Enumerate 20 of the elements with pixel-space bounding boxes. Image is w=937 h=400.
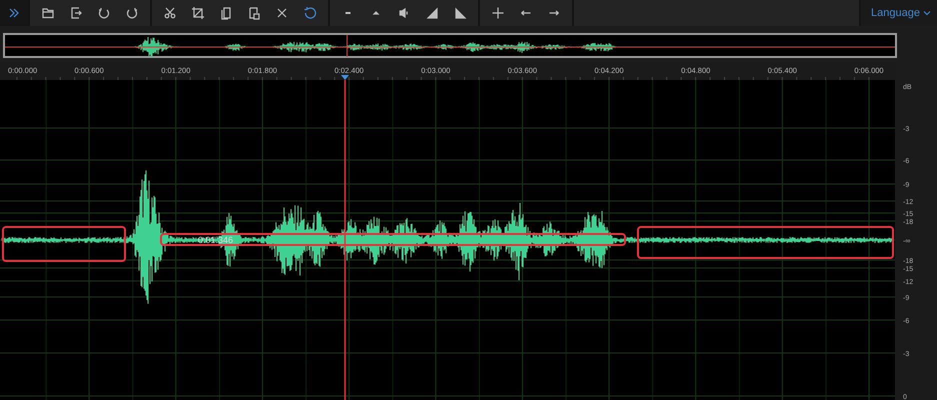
crop-icon — [191, 6, 205, 20]
undo-icon — [97, 6, 111, 20]
chevron-down-icon — [923, 10, 931, 16]
selection-region[interactable] — [2, 226, 126, 262]
redo-icon — [125, 6, 139, 20]
language-dropdown[interactable]: Language — [861, 0, 937, 26]
paste-icon — [247, 6, 261, 20]
expand-icon — [7, 6, 21, 20]
copy-icon — [219, 6, 233, 20]
fade-in-icon — [425, 6, 439, 20]
delete-icon — [275, 6, 289, 20]
selection-region[interactable] — [160, 233, 626, 246]
add-icon — [491, 6, 505, 20]
region-duration-label: 0:01.346 — [198, 235, 234, 245]
cut-icon — [163, 6, 177, 20]
reset-icon — [303, 6, 317, 20]
selection-region[interactable] — [637, 226, 894, 259]
open-icon — [41, 6, 55, 20]
export-icon — [69, 6, 83, 20]
fade-out-icon — [453, 6, 467, 20]
